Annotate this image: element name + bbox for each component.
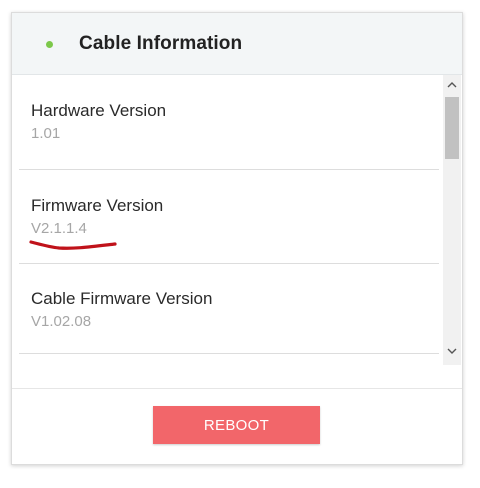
card-footer: REBOOT — [12, 388, 462, 465]
handdrawn-underline-annotation — [29, 240, 117, 250]
info-list: Hardware Version 1.01 Firmware Version V… — [19, 75, 439, 354]
card-title: Cable Information — [79, 33, 243, 54]
chevron-up-icon[interactable] — [443, 79, 461, 95]
scrollbar-thumb[interactable] — [445, 97, 459, 159]
info-value: 1.01 — [31, 125, 61, 142]
info-item-firmware-version: Firmware Version V2.1.1.4 — [19, 170, 439, 264]
card-header: Cable Information — [12, 13, 462, 75]
info-value: V1.02.08 — [31, 313, 92, 330]
cable-information-card: Cable Information Hardware Version 1.01 … — [11, 12, 463, 465]
chevron-down-icon[interactable] — [443, 345, 461, 361]
info-label: Firmware Version — [31, 196, 164, 215]
status-indicator-icon — [46, 41, 53, 48]
vertical-scrollbar[interactable] — [443, 75, 461, 365]
info-scroll-area[interactable]: Hardware Version 1.01 Firmware Version V… — [12, 75, 462, 365]
info-label: Hardware Version — [31, 101, 167, 120]
info-label: Cable Firmware Version — [31, 289, 213, 308]
reboot-button[interactable]: REBOOT — [153, 406, 320, 444]
info-item-hardware-version: Hardware Version 1.01 — [19, 75, 439, 170]
info-item-cable-firmware-version: Cable Firmware Version V1.02.08 — [19, 264, 439, 354]
